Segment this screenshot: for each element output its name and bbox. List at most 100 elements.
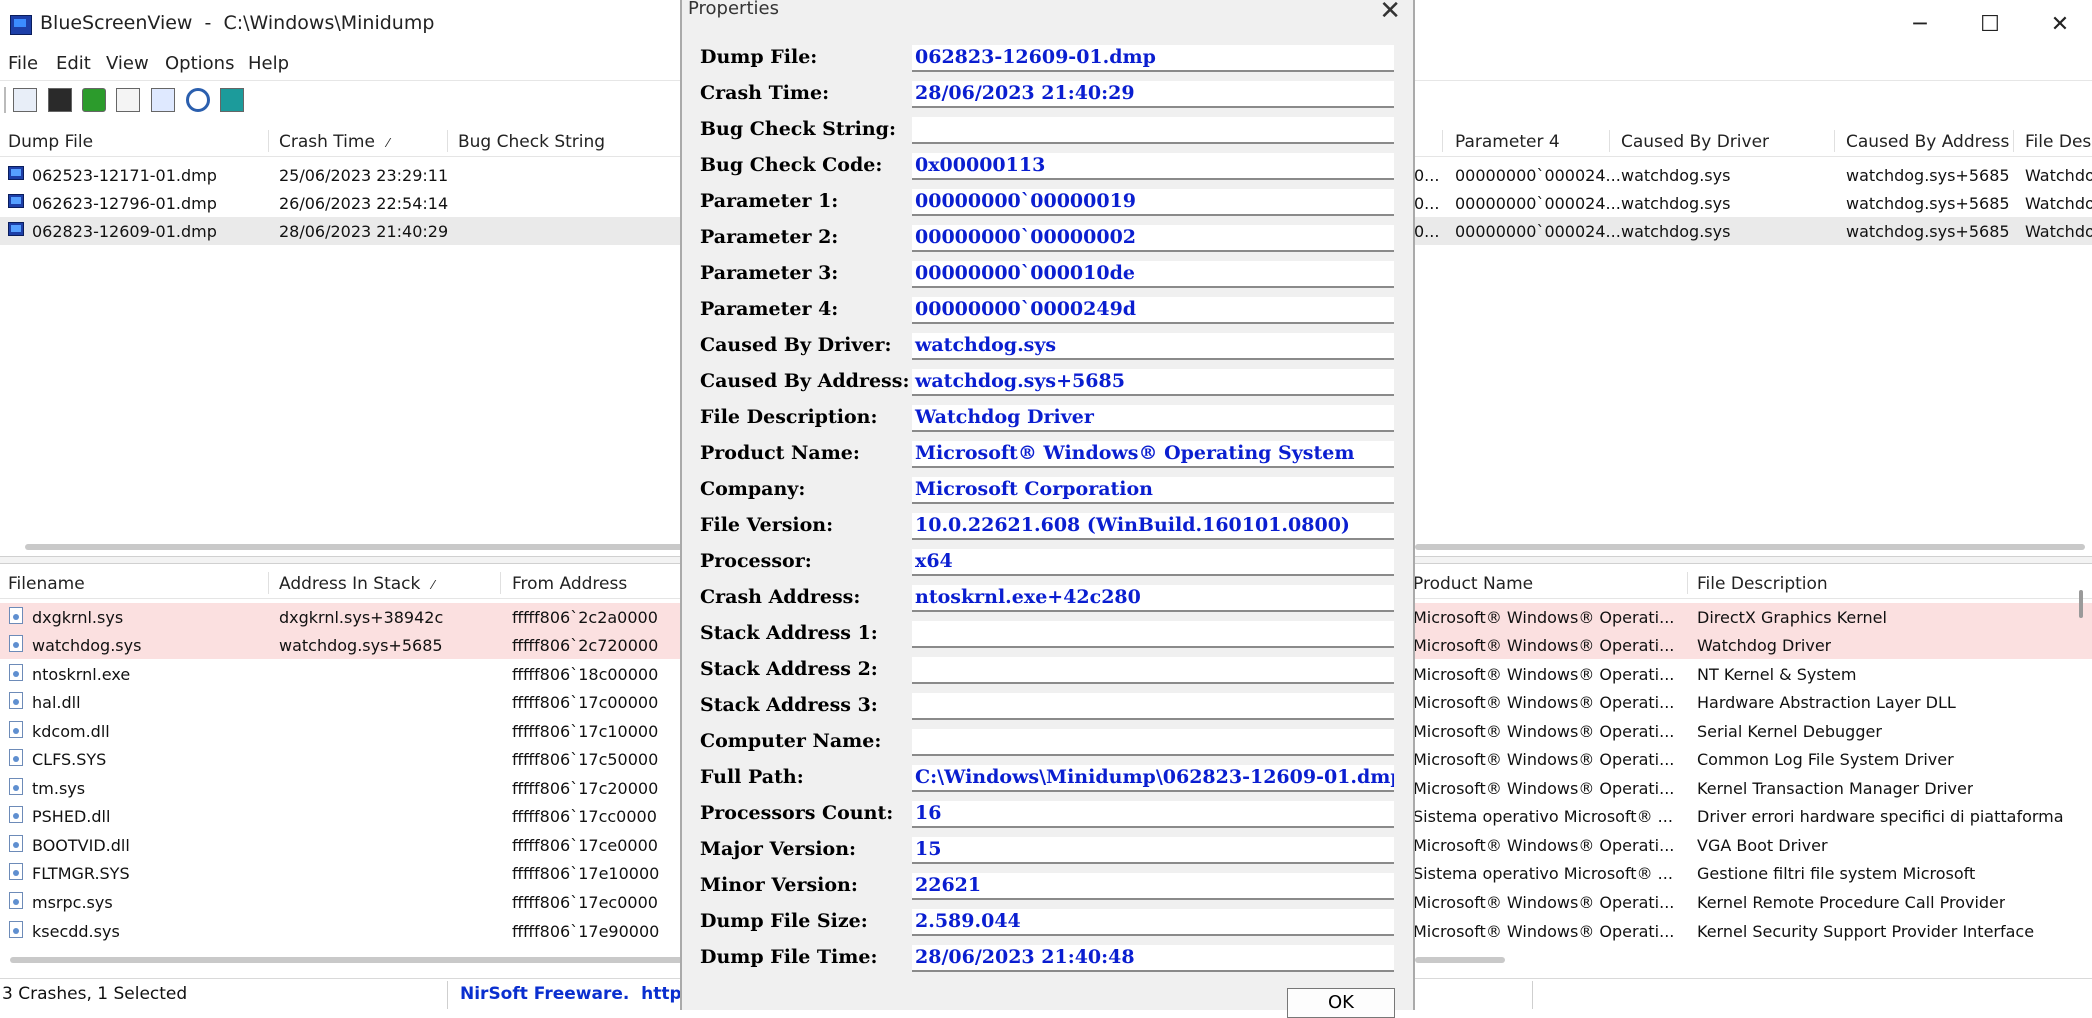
column-divider[interactable] [268,130,269,152]
driver-product-name: Microsoft® Windows® Operati... [1413,922,1675,941]
crash-list-horizontal-scrollbar-right[interactable] [1415,544,2085,550]
dialog-close-icon[interactable]: ✕ [1379,0,1401,26]
driver-from-address: fffff806`17e90000 [512,922,660,941]
column-header-from-address[interactable]: From Address [512,574,627,594]
property-value-field[interactable]: 00000000`0000249d [912,297,1394,324]
driver-product-name: Sistema operativo Microsoft® ... [1413,807,1673,826]
property-value-field[interactable]: 2.589.044 [912,909,1394,936]
column-header-file-description[interactable]: File Description [1697,574,1828,594]
crash-file-description: Watchdo [2025,194,2092,213]
property-value-field[interactable] [912,693,1394,720]
menu-view[interactable]: View [106,53,149,74]
column-header-dump-file[interactable]: Dump File [8,132,93,152]
exit-icon[interactable] [220,88,244,112]
driver-filename: PSHED.dll [32,807,111,826]
menu-file[interactable]: File [8,53,38,74]
crash-caused-by-address: watchdog.sys+5685 [1846,222,2010,241]
main-window: BlueScreenView - C:\Windows\Minidump ─ ☐… [0,0,2092,1018]
property-value-field[interactable]: 16 [912,801,1394,828]
menu-edit[interactable]: Edit [56,53,91,74]
column-header-address-in-stack[interactable]: Address In Stack [279,574,420,594]
property-label: Dump File: [700,46,818,68]
property-value-field[interactable]: watchdog.sys [912,333,1394,360]
driver-list-horizontal-scrollbar[interactable] [10,957,690,963]
column-header-file-description[interactable]: File Desc [2025,132,2092,152]
property-value-field[interactable]: 00000000`00000019 [912,189,1394,216]
driver-file-icon [9,835,23,852]
property-value-field[interactable] [912,657,1394,684]
property-value-field[interactable]: Microsoft® Windows® Operating System [912,441,1394,468]
property-value-field[interactable]: Watchdog Driver [912,405,1394,432]
crash-dump-icon [8,222,24,236]
minimize-button[interactable]: ─ [1890,8,1950,42]
property-value-field[interactable] [912,729,1394,756]
menu-options[interactable]: Options [165,53,234,74]
driver-product-name: Microsoft® Windows® Operati... [1413,665,1675,684]
status-summary: 3 Crashes, 1 Selected [2,984,188,1004]
driver-file-description: Serial Kernel Debugger [1697,722,1882,741]
property-value-field[interactable]: 22621 [912,873,1394,900]
driver-list-vertical-scrollbar[interactable] [2079,590,2083,618]
property-value-field[interactable]: ntoskrnl.exe+42c280 [912,585,1394,612]
column-divider[interactable] [1834,130,1835,152]
maximize-button[interactable]: ☐ [1960,8,2020,42]
property-value-field[interactable]: 28/06/2023 21:40:29 [912,81,1394,108]
driver-file-icon [9,635,23,652]
column-divider[interactable] [1442,130,1443,152]
menu-help[interactable]: Help [248,53,289,74]
properties-icon[interactable] [151,88,175,112]
refresh-icon[interactable] [82,88,106,112]
column-header-filename[interactable]: Filename [8,574,85,594]
copy-icon[interactable] [116,88,140,112]
html-report-icon[interactable] [13,88,37,112]
property-value-field[interactable]: 15 [912,837,1394,864]
property-value-field[interactable]: x64 [912,549,1394,576]
property-value-field[interactable]: C:\Windows\Minidump\062823-12609-01.dmp [912,765,1394,792]
driver-file-description: Gestione filtri file system Microsoft [1697,864,1976,883]
sort-arrow-icon: ⁄ [387,136,390,150]
property-label: Bug Check Code: [700,154,883,176]
column-header-caused-by-address[interactable]: Caused By Address [1846,132,2009,152]
column-divider[interactable] [1609,130,1610,152]
save-icon[interactable] [48,88,72,112]
crash-list-horizontal-scrollbar[interactable] [25,544,685,550]
column-header-parameter-4[interactable]: Parameter 4 [1455,132,1560,152]
property-label: Computer Name: [700,730,882,752]
find-icon[interactable] [186,88,210,112]
column-header-bug-check-string[interactable]: Bug Check String [458,132,605,152]
driver-file-icon [9,863,23,880]
column-divider[interactable] [1687,572,1688,594]
property-label: Caused By Driver: [700,334,892,356]
driver-file-icon [9,921,23,938]
property-value-field[interactable]: watchdog.sys+5685 [912,369,1394,396]
property-value-field[interactable]: 0x00000113 [912,153,1394,180]
column-header-crash-time[interactable]: Crash Time [279,132,375,152]
column-header-caused-by-driver[interactable]: Caused By Driver [1621,132,1769,152]
driver-file-icon [9,892,23,909]
driver-list-horizontal-scrollbar-right[interactable] [1415,957,1505,963]
close-button[interactable]: ✕ [2030,8,2090,42]
ok-button[interactable]: OK [1287,988,1395,1018]
driver-address-in-stack: dxgkrnl.sys+38942c [279,608,444,627]
property-value-field[interactable]: 00000000`000010de [912,261,1394,288]
property-value-field[interactable]: 10.0.22621.608 (WinBuild.160101.0800) [912,513,1394,540]
driver-filename: kdcom.dll [32,722,110,741]
driver-from-address: fffff806`17ec0000 [512,893,658,912]
property-value-field[interactable]: 062823-12609-01.dmp [912,45,1394,72]
property-value-field[interactable]: Microsoft Corporation [912,477,1394,504]
property-value-field[interactable]: 28/06/2023 21:40:48 [912,945,1394,972]
property-value-field[interactable] [912,621,1394,648]
crash-param-truncated: 0... [1414,194,1440,213]
column-divider[interactable] [2013,130,2014,152]
crash-param-4: 00000000`000024... [1455,166,1621,185]
column-divider[interactable] [447,130,448,152]
driver-filename: msrpc.sys [32,893,113,912]
property-label: Parameter 4: [700,298,839,320]
driver-product-name: Microsoft® Windows® Operati... [1413,608,1675,627]
column-header-product-name[interactable]: Product Name [1413,574,1533,594]
crash-time: 28/06/2023 21:40:29 [279,222,449,241]
property-value-field[interactable]: 00000000`00000002 [912,225,1394,252]
column-divider[interactable] [268,572,269,594]
column-divider[interactable] [500,572,501,594]
property-value-field[interactable] [912,117,1394,144]
